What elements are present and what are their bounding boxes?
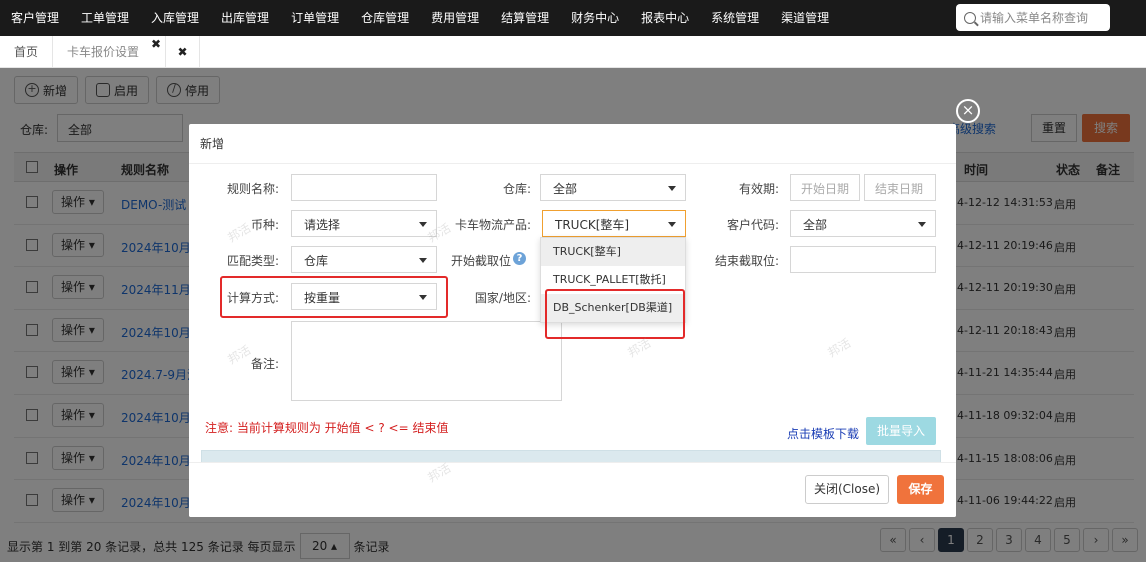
add-rule-modal: 新增 规则名称: 仓库: 全部 有效期: 开始日期 结束日期 币种: 请选择 卡… xyxy=(189,124,956,517)
remark-label: 备注: xyxy=(250,357,279,371)
valid-period-label: 有效期: xyxy=(738,182,779,196)
menu-system[interactable]: 系统管理 xyxy=(700,0,770,36)
highlight-db-schenker xyxy=(545,289,685,339)
chevron-down-icon xyxy=(668,186,676,191)
modal-footer: 关闭(Close) 保存 xyxy=(189,462,956,517)
rule-name-input[interactable] xyxy=(291,174,437,201)
close-button[interactable]: 关闭(Close) xyxy=(805,475,889,504)
save-button[interactable]: 保存 xyxy=(897,475,944,504)
dropdown-option-truck[interactable]: TRUCK[整车] xyxy=(541,238,685,266)
modal-close-icon[interactable]: × xyxy=(956,99,980,123)
customer-code-select[interactable]: 全部 xyxy=(790,210,936,237)
customer-code-select-value: 全部 xyxy=(803,218,828,232)
main-menu: 客户管理 工单管理 入库管理 出库管理 订单管理 仓库管理 费用管理 结算管理 … xyxy=(0,0,840,36)
match-type-select[interactable]: 仓库 xyxy=(291,246,437,273)
menu-settlement[interactable]: 结算管理 xyxy=(490,0,560,36)
menu-fee[interactable]: 费用管理 xyxy=(420,0,490,36)
truck-product-select-value: TRUCK[整车] xyxy=(555,218,630,232)
batch-import-button[interactable]: 批量导入 xyxy=(866,417,936,445)
top-nav: 客户管理 工单管理 入库管理 出库管理 订单管理 仓库管理 费用管理 结算管理 … xyxy=(0,0,1146,36)
warehouse-label: 仓库: xyxy=(502,182,531,196)
menu-finance[interactable]: 财务中心 xyxy=(560,0,630,36)
menu-search-placeholder: 请输入菜单名称查询 xyxy=(980,11,1089,25)
tab-truck-quote[interactable]: 卡车报价设置 ✖ xyxy=(53,36,167,68)
menu-order[interactable]: 订单管理 xyxy=(280,0,350,36)
currency-select-value: 请选择 xyxy=(304,218,341,232)
warehouse-select[interactable]: 全部 xyxy=(540,174,686,201)
watermark: 邦活 xyxy=(825,335,854,360)
menu-report[interactable]: 报表中心 xyxy=(630,0,700,36)
truck-product-select[interactable]: TRUCK[整车] xyxy=(542,210,686,237)
chevron-down-icon xyxy=(918,222,926,227)
help-icon[interactable]: ? xyxy=(513,252,526,265)
currency-label: 币种: xyxy=(250,218,279,232)
start-date-input[interactable]: 开始日期 xyxy=(790,174,860,201)
tab-close-icon[interactable]: ✖ xyxy=(151,28,161,60)
remark-textarea[interactable] xyxy=(291,321,562,401)
highlight-calc-method xyxy=(220,276,448,318)
currency-select[interactable]: 请选择 xyxy=(291,210,437,237)
calc-rule-note: 注意: 当前计算规则为 开始值 < ? <= 结束值 xyxy=(205,421,449,435)
rule-name-label: 规则名称: xyxy=(226,182,279,196)
customer-code-label: 客户代码: xyxy=(726,218,779,232)
chevron-down-icon xyxy=(419,222,427,227)
start-pos-label: 开始截取位 xyxy=(450,254,511,268)
tab-home[interactable]: 首页 xyxy=(0,36,54,68)
tab-truck-quote-label: 卡车报价设置 xyxy=(67,45,140,59)
template-download-link[interactable]: 点击模板下载 xyxy=(787,425,859,442)
close-all-tabs-button[interactable]: ✖ xyxy=(166,36,201,68)
truck-product-label: 卡车物流产品: xyxy=(454,218,531,232)
chevron-down-icon xyxy=(668,222,676,227)
menu-warehouse[interactable]: 仓库管理 xyxy=(350,0,420,36)
menu-search-input[interactable]: 请输入菜单名称查询 xyxy=(956,4,1110,31)
country-label: 国家/地区: xyxy=(474,291,531,305)
modal-title: 新增 xyxy=(189,124,956,164)
warehouse-select-value: 全部 xyxy=(553,182,578,196)
end-pos-label: 结束截取位: xyxy=(714,254,779,268)
menu-channel[interactable]: 渠道管理 xyxy=(770,0,840,36)
match-type-select-value: 仓库 xyxy=(304,254,329,268)
end-date-input[interactable]: 结束日期 xyxy=(864,174,936,201)
search-icon xyxy=(964,11,976,24)
match-type-label: 匹配类型: xyxy=(226,254,279,268)
end-pos-input[interactable] xyxy=(790,246,936,273)
tab-bar: 首页 卡车报价设置 ✖ ✖ xyxy=(0,36,1146,68)
menu-ticket[interactable]: 工单管理 xyxy=(70,0,140,36)
menu-outbound[interactable]: 出库管理 xyxy=(210,0,280,36)
menu-customer[interactable]: 客户管理 xyxy=(0,0,70,36)
